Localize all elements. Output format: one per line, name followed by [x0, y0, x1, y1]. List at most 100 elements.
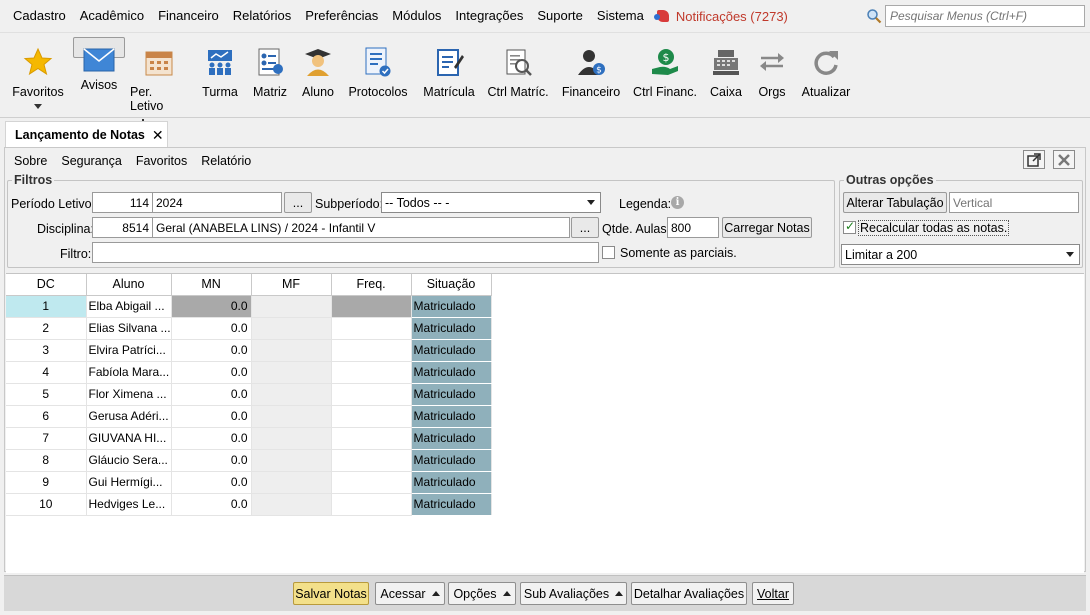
- subperiodo-select[interactable]: -- Todos -- -: [381, 192, 601, 213]
- financeiro-button[interactable]: $ Financeiro: [560, 37, 622, 115]
- menu-financeiro[interactable]: Financeiro: [151, 0, 226, 32]
- atualizar-button[interactable]: Atualizar: [800, 37, 852, 115]
- disciplina-lookup-button[interactable]: ...: [571, 217, 599, 238]
- aluno-button[interactable]: Aluno: [297, 37, 339, 115]
- notifications-link[interactable]: Notificações (7273): [653, 9, 788, 24]
- cell-mn[interactable]: 0.0: [171, 493, 252, 516]
- cell-mf[interactable]: [251, 493, 332, 516]
- menu-academico[interactable]: Acadêmico: [73, 0, 151, 32]
- submenu-sobre[interactable]: Sobre: [11, 154, 54, 168]
- alterar-tabulacao-button[interactable]: Alterar Tabulação: [843, 192, 947, 213]
- cell-mf[interactable]: [251, 405, 332, 428]
- qtde-aulas-input[interactable]: 800: [667, 217, 719, 238]
- menu-relatorios[interactable]: Relatórios: [226, 0, 299, 32]
- table-row[interactable]: 10 Hedviges Le... 0.0 Matriculado: [6, 493, 492, 516]
- turma-button[interactable]: Turma: [198, 37, 242, 115]
- cell-mn[interactable]: 0.0: [171, 471, 252, 494]
- avisos-button[interactable]: Avisos: [73, 37, 125, 92]
- table-row[interactable]: 5 Flor Ximena ... 0.0 Matriculado: [6, 383, 492, 406]
- cell-freq[interactable]: [331, 449, 412, 472]
- menu-integracoes[interactable]: Integrações: [448, 0, 530, 32]
- cell-mf[interactable]: [251, 339, 332, 362]
- table-row[interactable]: 1 Elba Abigail ... 0.0 Matriculado: [6, 295, 492, 318]
- per-letivo-button[interactable]: Per. Letivo: [130, 37, 188, 115]
- limitar-select[interactable]: Limitar a 200: [841, 244, 1080, 265]
- matriz-button[interactable]: Matriz: [250, 37, 290, 115]
- periodo-lookup-button[interactable]: ...: [284, 192, 312, 213]
- cell-mn[interactable]: 0.0: [171, 361, 252, 384]
- cell-freq[interactable]: [331, 383, 412, 406]
- menu-suporte[interactable]: Suporte: [530, 0, 590, 32]
- orgs-button[interactable]: Orgs: [754, 37, 790, 115]
- cell-freq[interactable]: [331, 295, 412, 318]
- periodo-value-input[interactable]: 2024: [152, 192, 282, 213]
- salvar-notas-button[interactable]: Salvar Notas: [293, 582, 369, 605]
- cell-mf[interactable]: [251, 383, 332, 406]
- cell-freq[interactable]: [331, 427, 412, 450]
- caixa-button[interactable]: Caixa: [706, 37, 746, 115]
- cell-mf[interactable]: [251, 427, 332, 450]
- menu-cadastro[interactable]: Cadastro: [6, 0, 73, 32]
- somente-parciais-checkbox[interactable]: [602, 246, 615, 259]
- vertical-input[interactable]: [949, 192, 1079, 213]
- table-row[interactable]: 6 Gerusa Adéri... 0.0 Matriculado: [6, 405, 492, 428]
- cell-freq[interactable]: [331, 317, 412, 340]
- opcoes-button[interactable]: Opções: [448, 582, 516, 605]
- cell-mn[interactable]: 0.0: [171, 405, 252, 428]
- cell-freq[interactable]: [331, 405, 412, 428]
- cell-freq[interactable]: [331, 471, 412, 494]
- favoritos-button[interactable]: Favoritos: [8, 37, 68, 115]
- filtro-input[interactable]: [92, 242, 599, 263]
- matricula-button[interactable]: Matrícula: [420, 37, 478, 115]
- detach-window-button[interactable]: [1023, 150, 1045, 169]
- cell-freq[interactable]: [331, 361, 412, 384]
- carregar-notas-button[interactable]: Carregar Notas: [722, 217, 812, 238]
- cell-freq[interactable]: [331, 339, 412, 362]
- column-header-dc[interactable]: DC: [6, 274, 87, 296]
- cell-mf[interactable]: [251, 317, 332, 340]
- submenu-relatorio[interactable]: Relatório: [198, 154, 258, 168]
- detalhar-avaliacoes-button[interactable]: Detalhar Avaliações: [631, 582, 747, 605]
- close-icon[interactable]: ✕: [152, 127, 164, 144]
- sub-avaliacoes-button[interactable]: Sub Avaliações: [520, 582, 627, 605]
- column-header-mf[interactable]: MF: [251, 274, 332, 296]
- column-header-freq[interactable]: Freq.: [331, 274, 412, 296]
- column-header-situacao[interactable]: Situação: [411, 274, 492, 296]
- column-header-mn[interactable]: MN: [171, 274, 252, 296]
- cell-mf[interactable]: [251, 471, 332, 494]
- table-row[interactable]: 4 Fabíola Mara... 0.0 Matriculado: [6, 361, 492, 384]
- submenu-seguranca[interactable]: Segurança: [58, 154, 128, 168]
- submenu-favoritos[interactable]: Favoritos: [133, 154, 194, 168]
- cell-mf[interactable]: [251, 361, 332, 384]
- table-row[interactable]: 7 GIUVANA HI... 0.0 Matriculado: [6, 427, 492, 450]
- cell-mn[interactable]: 0.0: [171, 339, 252, 362]
- menu-sistema[interactable]: Sistema: [590, 0, 651, 32]
- acessar-button[interactable]: Acessar: [375, 582, 445, 605]
- cell-mn[interactable]: 0.0: [171, 317, 252, 340]
- tab-lancamento-de-notas[interactable]: Lançamento de Notas ✕: [5, 121, 168, 148]
- periodo-code-input[interactable]: 114: [92, 192, 153, 213]
- search-input[interactable]: [885, 5, 1085, 27]
- info-icon[interactable]: i: [671, 196, 684, 209]
- cell-freq[interactable]: [331, 493, 412, 516]
- cell-mn[interactable]: 0.0: [171, 449, 252, 472]
- disciplina-value-input[interactable]: Geral (ANABELA LINS) / 2024 - Infantil V: [152, 217, 570, 238]
- table-row[interactable]: 3 Elvira Patríci... 0.0 Matriculado: [6, 339, 492, 362]
- close-window-button[interactable]: [1053, 150, 1075, 169]
- cell-mf[interactable]: [251, 449, 332, 472]
- ctrl-financ-button[interactable]: $ Ctrl Financ.: [632, 37, 698, 115]
- disciplina-code-input[interactable]: 8514: [92, 217, 153, 238]
- table-row[interactable]: 2 Elias Silvana ... 0.0 Matriculado: [6, 317, 492, 340]
- cell-mn[interactable]: 0.0: [171, 383, 252, 406]
- table-row[interactable]: 8 Gláucio Sera... 0.0 Matriculado: [6, 449, 492, 472]
- ctrl-matric-button[interactable]: Ctrl Matríc.: [485, 37, 551, 115]
- cell-mn[interactable]: 0.0: [171, 295, 252, 318]
- recalcular-checkbox[interactable]: [843, 219, 856, 234]
- voltar-button[interactable]: Voltar: [752, 582, 794, 605]
- menu-preferencias[interactable]: Preferências: [298, 0, 385, 32]
- column-header-aluno[interactable]: Aluno: [86, 274, 172, 296]
- table-row[interactable]: 9 Gui Hermígi... 0.0 Matriculado: [6, 471, 492, 494]
- protocolos-button[interactable]: Protocolos: [346, 37, 410, 115]
- menu-modulos[interactable]: Módulos: [385, 0, 448, 32]
- cell-mf[interactable]: [251, 295, 332, 318]
